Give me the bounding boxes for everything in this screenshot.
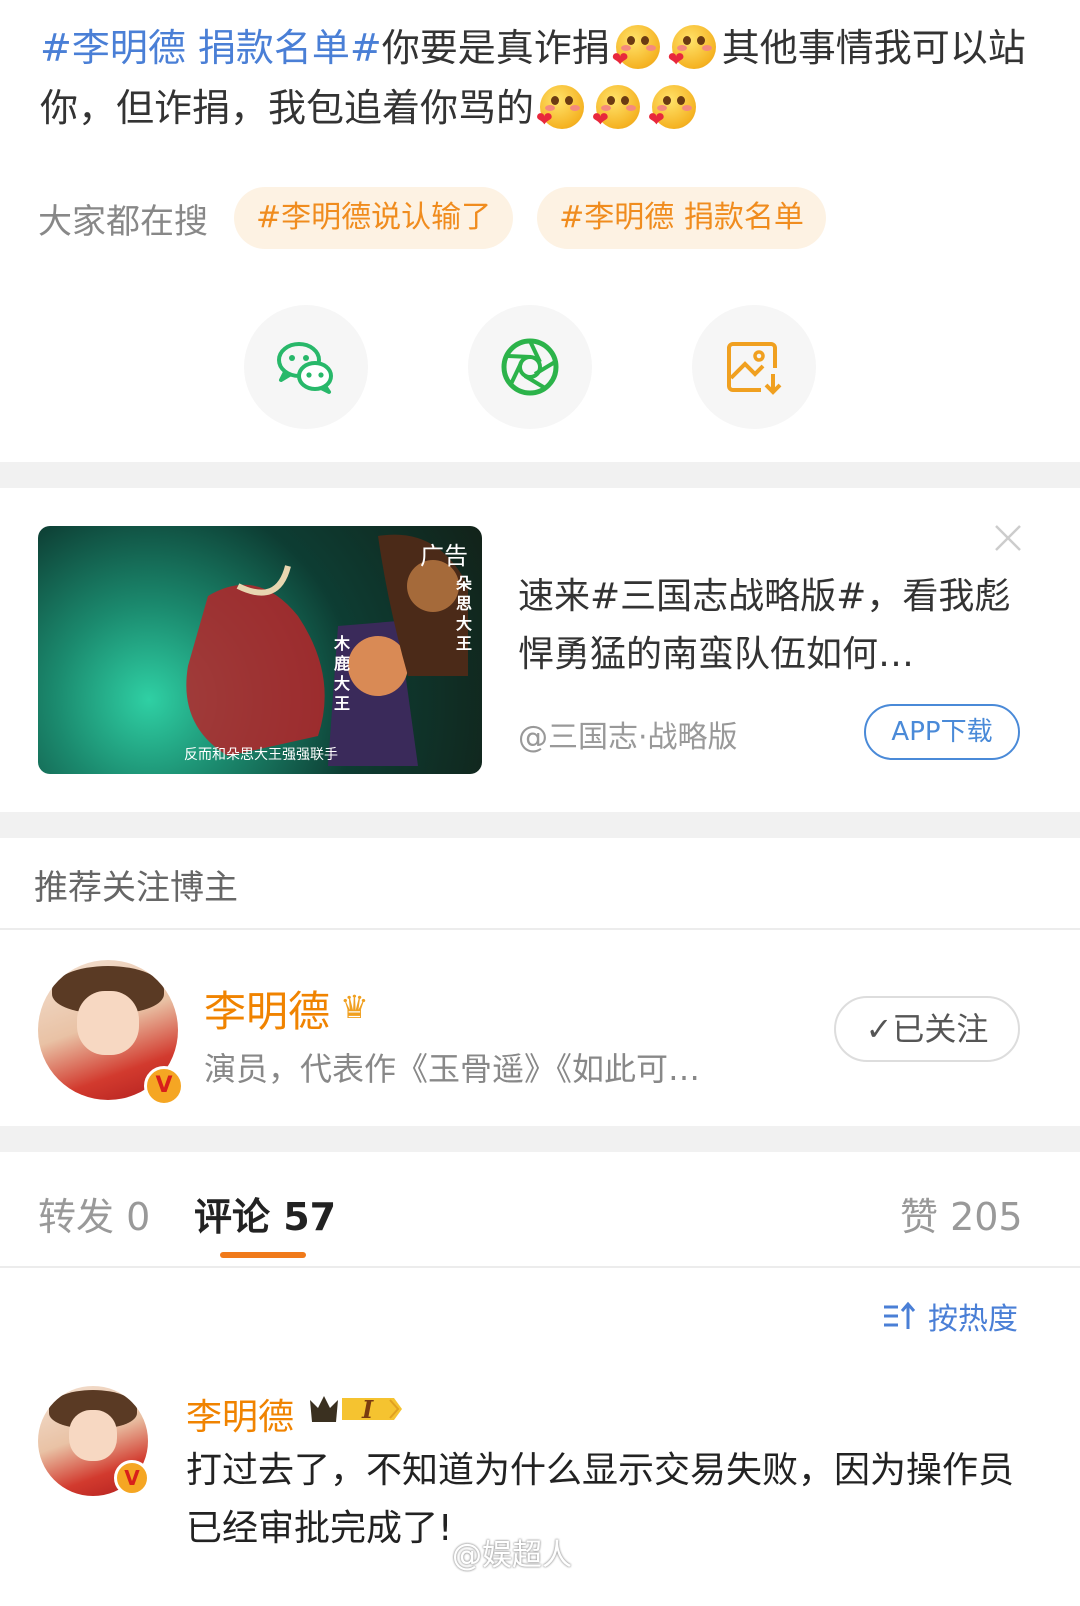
ad-title[interactable]: 速来#三国志战略版#，看我彪悍勇猛的南蛮队伍如何… bbox=[518, 568, 1018, 684]
divider bbox=[0, 1266, 1080, 1268]
ad-source[interactable]: @三国志·战略版 bbox=[518, 712, 738, 756]
save-image-button[interactable] bbox=[692, 305, 816, 429]
trending-search-label: 大家都在搜 bbox=[38, 201, 208, 242]
trending-search-chip[interactable]: #李明德说认输了 bbox=[234, 187, 514, 249]
commenter-name[interactable]: 李明德 bbox=[186, 1388, 294, 1440]
blogger-name[interactable]: 李明德 bbox=[204, 978, 330, 1039]
verified-badge: V bbox=[114, 1460, 150, 1496]
divider bbox=[0, 928, 1080, 930]
tab-comments[interactable]: 评论 57 bbox=[194, 1186, 336, 1241]
section-gap bbox=[0, 1126, 1080, 1152]
crown-icon: ♛ bbox=[340, 988, 369, 1026]
section-gap bbox=[0, 462, 1080, 488]
tab-likes[interactable]: 赞 205 bbox=[900, 1186, 1023, 1241]
blush-heart-emoji-icon: ❤ bbox=[536, 85, 585, 129]
sort-label: 按热度 bbox=[928, 1302, 1018, 1337]
ad-image[interactable]: 广告 朵思大王 木鹿大王 反而和朵思大王强强联手 bbox=[38, 526, 482, 774]
active-tab-indicator bbox=[220, 1252, 306, 1258]
comment-text: 打过去了，不知道为什么显示交易失败，因为操作员已经审批完成了! bbox=[186, 1450, 1015, 1549]
blogger-description: 演员，代表作《玉骨遥》《如此可… bbox=[204, 1050, 701, 1088]
share-moments-button[interactable] bbox=[468, 305, 592, 429]
sort-by-hot-button[interactable]: 按热度 bbox=[882, 1294, 1018, 1338]
blush-heart-emoji-icon: ❤ bbox=[668, 25, 716, 69]
ad-image-caption: 反而和朵思大王强强联手 bbox=[184, 747, 338, 763]
section-gap bbox=[0, 812, 1080, 838]
post-topic-link[interactable]: #李明德 捐款名单# bbox=[40, 26, 382, 70]
watermark: @娱超人 bbox=[452, 1538, 572, 1573]
moments-icon bbox=[501, 338, 559, 396]
share-wechat-button[interactable] bbox=[244, 305, 368, 429]
recommend-header: 推荐关注博主 bbox=[34, 868, 238, 908]
close-icon[interactable] bbox=[990, 520, 1026, 556]
vip-level-text: I bbox=[362, 1395, 374, 1424]
blush-heart-emoji-icon: ❤ bbox=[648, 85, 697, 129]
verified-badge: V bbox=[144, 1066, 184, 1106]
save-image-icon bbox=[727, 342, 782, 395]
ad-image-label: 朵思大王 bbox=[456, 574, 473, 653]
wechat-icon bbox=[277, 342, 333, 394]
following-button[interactable]: ✓已关注 bbox=[834, 996, 1020, 1062]
ad-badge: 广告 bbox=[420, 542, 468, 570]
vip-level-badge bbox=[310, 1396, 402, 1422]
tab-repost[interactable]: 转发 0 bbox=[38, 1186, 150, 1241]
trending-search-chip[interactable]: #李明德 捐款名单 bbox=[537, 187, 826, 249]
trending-search-row: 大家都在搜 #李明德说认输了 #李明德 捐款名单 bbox=[38, 186, 850, 250]
sort-icon bbox=[884, 1301, 916, 1329]
blush-heart-emoji-icon: ❤ bbox=[592, 85, 641, 129]
ad-image-label: 木鹿大王 bbox=[334, 634, 351, 713]
blush-heart-emoji-icon: ❤ bbox=[612, 25, 660, 69]
post-text: #李明德 捐款名单#你要是真诈捐 ❤ ❤ 其他事情我可以站你，但诈捐，我包追着你骂的 ❤… bbox=[40, 18, 1040, 138]
post-text-part1: 你要是真诈捐 bbox=[381, 26, 610, 70]
app-download-button[interactable]: APP下载 bbox=[864, 704, 1020, 760]
